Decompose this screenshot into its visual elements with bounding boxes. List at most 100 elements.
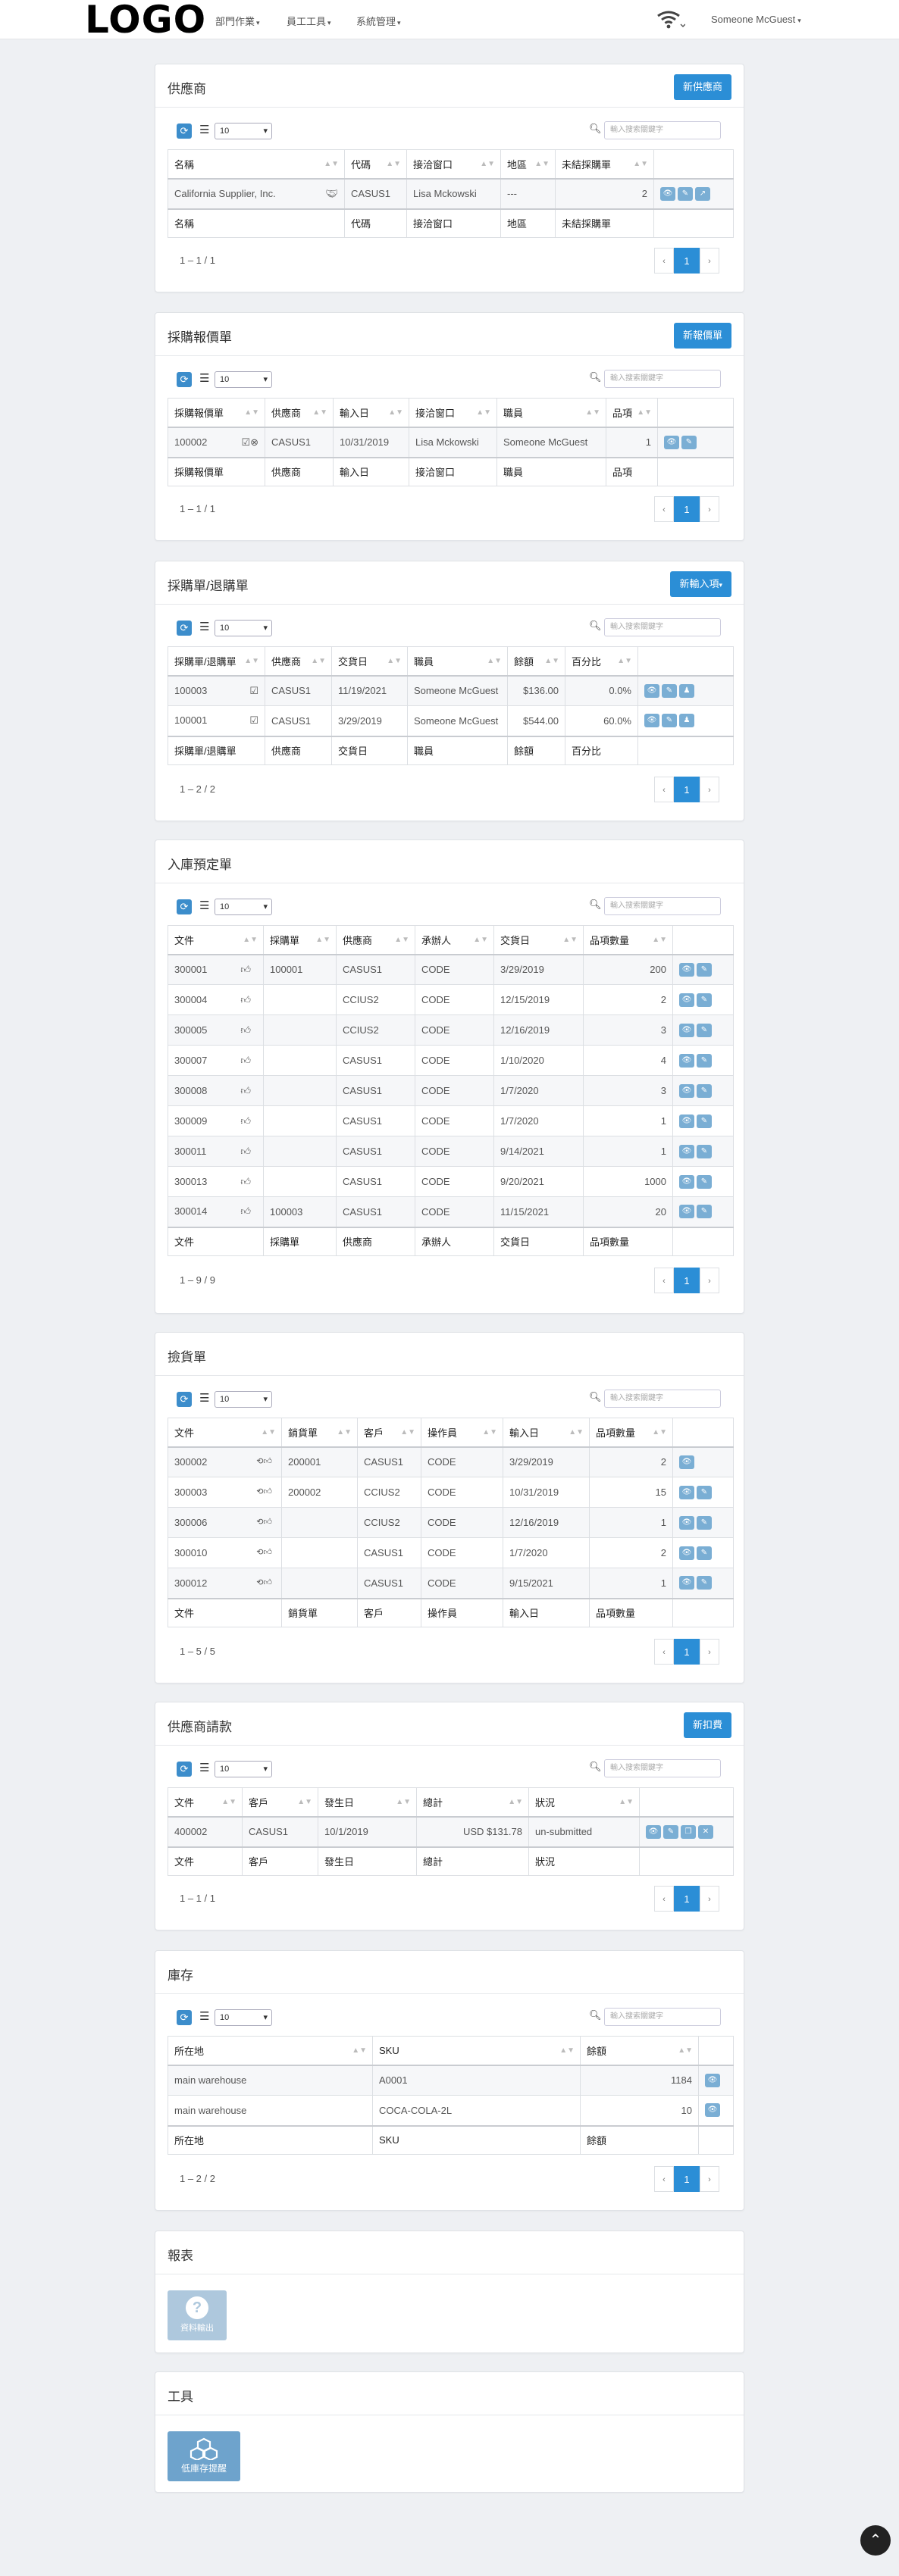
edit-icon[interactable]: ✎ [697,1083,712,1098]
edit-icon[interactable]: ✎ [678,186,693,201]
view-icon[interactable]: 👁︎ [679,1114,694,1128]
column-header[interactable]: 文件 ▲▼ [168,1787,243,1818]
column-header[interactable]: 採購報價單 ▲▼ [168,398,265,428]
list-icon[interactable]: ☰ [199,124,209,136]
refresh-icon[interactable]: ⟳ [177,372,192,387]
menu-staff-tools[interactable]: 員工工具 ▾ [287,14,331,28]
low-stock-alert-tile[interactable]: 低庫存提醒 [168,2431,240,2481]
edit-icon[interactable]: ✎ [681,435,697,449]
edit-icon[interactable]: ✎ [697,1576,712,1590]
column-header[interactable]: 操作員 ▲▼ [421,1418,503,1448]
table-row[interactable]: 300013 👍︎ CASUS1 CODE 9/20/2021 1000 👁︎ ✎ [168,1166,734,1197]
logo[interactable]: LOGO [85,0,206,41]
edit-icon[interactable]: ✎ [697,1053,712,1068]
page-size-select[interactable]: 10 [215,2009,272,2026]
list-icon[interactable]: ☰ [199,621,209,633]
list-icon[interactable]: ☰ [199,2011,209,2022]
search-input[interactable]: 輸入搜索關鍵字 [604,1390,721,1408]
page-size-select[interactable]: 10 [215,620,272,636]
column-header[interactable]: 品項數量 ▲▼ [589,1418,673,1448]
view-icon[interactable]: 👁︎ [679,1205,694,1219]
view-icon[interactable]: 👁︎ [644,714,659,728]
search-input[interactable]: 輸入搜索關鍵字 [604,2008,721,2026]
column-header[interactable]: SKU ▲▼ [372,2036,581,2066]
view-icon[interactable]: 👁︎ [679,1485,694,1499]
list-icon[interactable]: ☰ [199,900,209,911]
new-quote-button[interactable]: 新報價單 [673,323,731,349]
column-header[interactable]: 職員 ▲▼ [407,646,508,677]
column-header[interactable]: 文件 ▲▼ [168,1418,282,1448]
prev-page-icon[interactable]: ‹ [654,248,674,274]
table-row[interactable]: 400002 CASUS1 10/1/2019 USD $131.78 un-subm… [168,1816,734,1847]
refresh-icon[interactable]: ⟳ [177,2010,192,2025]
view-icon[interactable]: 👁︎ [679,1455,694,1469]
column-header[interactable]: 供應商 ▲▼ [336,925,415,955]
search-input[interactable]: 輸入搜索關鍵字 [604,370,721,388]
edit-icon[interactable]: ✎ [697,962,712,977]
refresh-icon[interactable]: ⟳ [177,1762,192,1777]
new-entry-button[interactable]: 新輸入項▾ [670,571,731,597]
menu-system[interactable]: 系統管理 ▾ [356,14,401,28]
column-header[interactable]: 承辦人 ▲▼ [415,925,494,955]
next-page-icon[interactable]: › [700,1268,719,1293]
edit-icon[interactable]: ✎ [662,683,677,698]
table-row[interactable]: 300006 ⟲👍︎ CCIUS2 CODE 12/16/2019 1 👁︎ ✎ [168,1507,734,1538]
table-row[interactable]: 300010 ⟲👍︎ CASUS1 CODE 1/7/2020 2 👁︎ ✎ [168,1537,734,1568]
edit-icon[interactable]: ✎ [697,1515,712,1530]
column-header[interactable]: 名稱 ▲▼ [168,149,345,180]
table-row[interactable]: 300014 👍︎ 100003 CASUS1 CODE 11/15/2021 20 👁︎ ✎ [168,1196,734,1227]
table-row[interactable]: 100001 ☑ CASUS1 3/29/2019 Someone McGuest $… [168,705,734,736]
table-row[interactable]: 100002 ☑⊗ CASUS1 10/31/2019 Lisa Mckowski… [168,427,734,458]
refresh-icon[interactable]: ⟳ [177,621,192,636]
view-icon[interactable]: 👁︎ [664,435,679,449]
prev-page-icon[interactable]: ‹ [654,1639,674,1665]
next-page-icon[interactable]: › [700,496,719,522]
view-icon[interactable]: 👁︎ [646,1824,661,1839]
refresh-icon[interactable]: ⟳ [177,1392,192,1407]
column-header[interactable]: 供應商 ▲▼ [265,646,332,677]
page-number[interactable]: 1 [674,777,700,802]
column-header[interactable]: 發生日 ▲▼ [318,1787,417,1818]
column-header[interactable]: 品項數量 ▲▼ [583,925,673,955]
refresh-icon[interactable]: ⟳ [177,123,192,139]
page-size-select[interactable]: 10 [215,899,272,915]
table-row[interactable]: 300009 👍︎ CASUS1 CODE 1/7/2020 1 👁︎ ✎ [168,1105,734,1136]
user-icon[interactable]: ♟ [679,683,694,698]
copy-icon[interactable]: ❐ [681,1824,696,1839]
column-header[interactable]: 品項 ▲▼ [606,398,658,428]
view-icon[interactable]: 👁︎ [679,962,694,977]
column-header[interactable]: 交貨日 ▲▼ [493,925,584,955]
prev-page-icon[interactable]: ‹ [654,777,674,802]
prev-page-icon[interactable]: ‹ [654,496,674,522]
view-icon[interactable]: 👁︎ [679,1144,694,1158]
table-row[interactable]: main warehouse A0001 1184 👁︎ [168,2065,734,2096]
delete-icon[interactable]: ✕ [698,1824,713,1839]
next-page-icon[interactable]: › [700,1886,719,1912]
column-header[interactable]: 未結採購單 ▲▼ [555,149,654,180]
edit-icon[interactable]: ✎ [697,1485,712,1499]
table-row[interactable]: 100003 ☑ CASUS1 11/19/2021 Someone McGuest … [168,675,734,706]
table-row[interactable]: California Supplier, Inc. 🤝︎ CASUS1 Lisa … [168,178,734,209]
column-header[interactable]: 文件 ▲▼ [168,925,264,955]
search-input[interactable]: 輸入搜索關鍵字 [604,618,721,636]
view-icon[interactable]: 👁︎ [679,1515,694,1530]
edit-icon[interactable]: ✎ [697,1205,712,1219]
list-icon[interactable]: ☰ [199,1393,209,1404]
column-header[interactable]: 接洽窗口 ▲▼ [409,398,497,428]
column-header[interactable]: 客戶 ▲▼ [242,1787,318,1818]
view-icon[interactable]: 👁︎ [679,993,694,1007]
scroll-to-top-button[interactable]: ⌃ [860,2525,891,2556]
prev-page-icon[interactable]: ‹ [654,2166,674,2192]
view-icon[interactable]: 👁︎ [679,1023,694,1037]
table-row[interactable]: 300011 👍︎ CASUS1 CODE 9/14/2021 1 👁︎ ✎ [168,1136,734,1167]
table-row[interactable]: 300003 ⟲👍︎ 200002 CCIUS2 CODE 10/31/2019 15 👁︎ ✎ [168,1477,734,1508]
column-header[interactable]: 職員 ▲▼ [496,398,606,428]
page-number[interactable]: 1 [674,1268,700,1293]
table-row[interactable]: 300007 👍︎ CASUS1 CODE 1/10/2020 4 👁︎ ✎ [168,1045,734,1076]
column-header[interactable]: 總計 ▲▼ [416,1787,529,1818]
column-header[interactable]: 客戶 ▲▼ [357,1418,421,1448]
column-header[interactable]: 接洽窗口 ▲▼ [406,149,501,180]
column-header[interactable]: 銷貨單 ▲▼ [281,1418,358,1448]
table-row[interactable]: main warehouse COCA-COLA-2L 10 👁︎ [168,2095,734,2126]
search-input[interactable]: 輸入搜索關鍵字 [604,1759,721,1777]
